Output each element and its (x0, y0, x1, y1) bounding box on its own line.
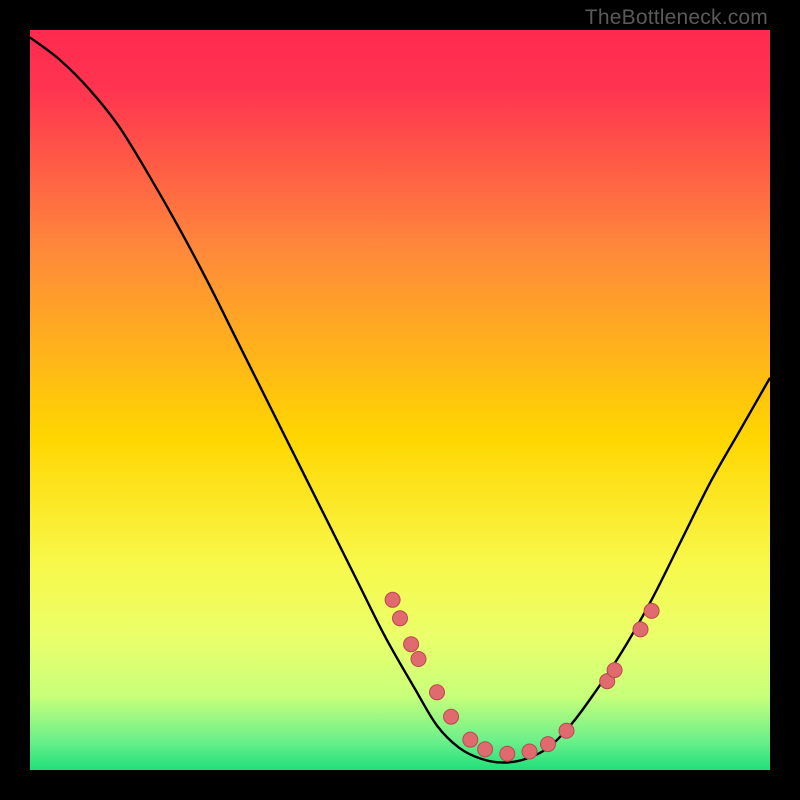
data-dot (559, 723, 574, 738)
data-dot (541, 737, 556, 752)
data-dot (633, 622, 648, 637)
data-dot (404, 637, 419, 652)
data-dot (607, 663, 622, 678)
data-dot (478, 742, 493, 757)
data-dot (522, 744, 537, 759)
data-dot (444, 709, 459, 724)
data-dot (385, 592, 400, 607)
chart-background (30, 30, 770, 770)
chart-plot-area (30, 30, 770, 770)
data-dot (393, 611, 408, 626)
data-dot (430, 685, 445, 700)
data-dot (644, 603, 659, 618)
chart-svg (30, 30, 770, 770)
watermark-text: TheBottleneck.com (585, 6, 768, 30)
data-dot (463, 732, 478, 747)
data-dot (411, 652, 426, 667)
data-dot (500, 746, 515, 761)
